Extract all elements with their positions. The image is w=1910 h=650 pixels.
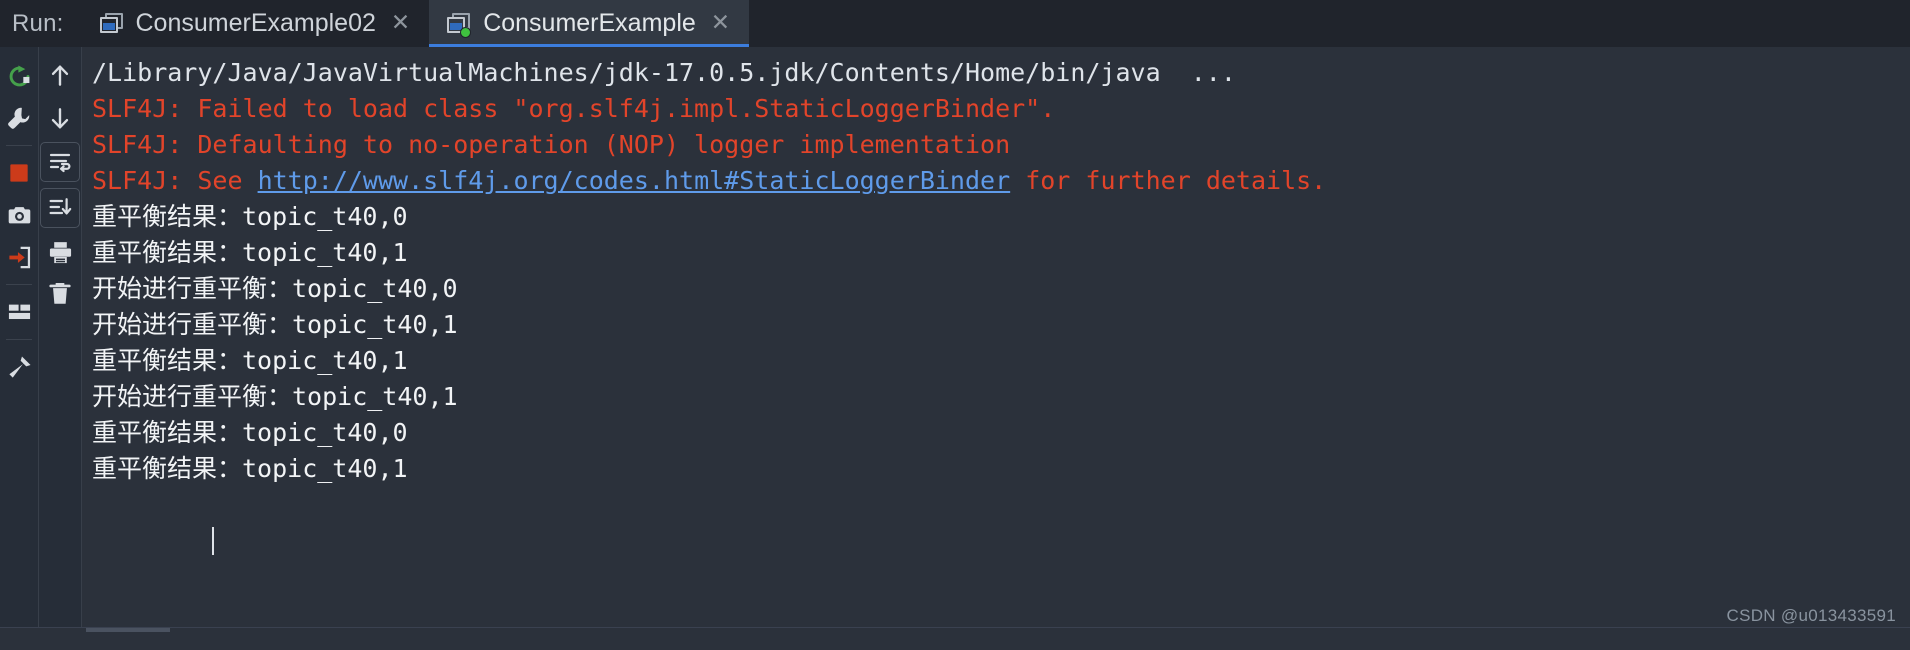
tab-consumer-example[interactable]: ConsumerExample ✕ (429, 0, 750, 47)
console-line-slf4j-see: SLF4J: See http://www.slf4j.org/codes.ht… (92, 163, 1910, 199)
slf4j-codes-link[interactable]: http://www.slf4j.org/codes.html#StaticLo… (258, 166, 1011, 195)
wrench-icon[interactable] (1, 97, 37, 139)
arrow-up-icon[interactable] (42, 55, 78, 97)
soft-wrap-icon[interactable] (40, 142, 80, 182)
toolbar-divider (6, 284, 32, 285)
console-line-slf4j-defaulting: SLF4J: Defaulting to no-operation (NOP) … (92, 130, 1011, 159)
run-tool-window: Run: ConsumerExample02 ✕ ConsumerExample… (0, 0, 1910, 650)
scroll-to-end-icon[interactable] (40, 188, 80, 228)
console-line-out-4: 开始进行重平衡：topic_t40,1 (92, 310, 458, 339)
export-icon[interactable] (1, 236, 37, 278)
console-output[interactable]: /Library/Java/JavaVirtualMachines/jdk-17… (82, 47, 1910, 627)
console-line-out-1: 重平衡结果：topic_t40,0 (92, 202, 408, 231)
console-text-see-prefix: SLF4J: See (92, 166, 258, 195)
console-line-out-8: 重平衡结果：topic_t40,1 (92, 454, 408, 483)
status-bar (0, 627, 1910, 650)
console-actions-toolbar (38, 47, 82, 627)
console-line-slf4j-failed: SLF4J: Failed to load class "org.slf4j.i… (92, 94, 1056, 123)
console-text-see-suffix: for further details. (1010, 166, 1327, 195)
text-caret (212, 527, 215, 555)
camera-icon[interactable] (1, 194, 37, 236)
status-bar-strip (86, 628, 170, 632)
close-icon[interactable]: ✕ (708, 9, 733, 39)
console-line-out-6: 开始进行重平衡：topic_t40,1 (92, 382, 458, 411)
tab-label: ConsumerExample (483, 9, 696, 37)
run-config-running-icon (447, 12, 472, 38)
run-tab-bar: Run: ConsumerExample02 ✕ ConsumerExample… (0, 0, 1910, 47)
toolbar-divider (6, 145, 32, 146)
watermark: CSDN @u013433591 (1726, 606, 1896, 625)
tab-label: ConsumerExample02 (135, 9, 376, 37)
console-line-out-3: 开始进行重平衡：topic_t40,0 (92, 274, 458, 303)
pin-icon[interactable] (1, 346, 37, 388)
rerun-icon[interactable] (1, 55, 37, 97)
console-caret-line (92, 487, 1910, 595)
console-line-out-2: 重平衡结果：topic_t40,1 (92, 238, 408, 267)
workspace: /Library/Java/JavaVirtualMachines/jdk-17… (0, 47, 1910, 627)
trash-icon[interactable] (42, 273, 78, 315)
layout-icon[interactable] (1, 291, 37, 333)
run-label: Run: (12, 9, 64, 37)
arrow-down-icon[interactable] (42, 97, 78, 139)
stop-icon[interactable] (1, 152, 37, 194)
console-line-out-5: 重平衡结果：topic_t40,1 (92, 346, 408, 375)
run-actions-toolbar (0, 47, 38, 627)
tab-consumer-example-02[interactable]: ConsumerExample02 ✕ (81, 0, 430, 47)
toolbar-divider (6, 339, 32, 340)
console-line-out-7: 重平衡结果：topic_t40,0 (92, 418, 408, 447)
print-icon[interactable] (42, 231, 78, 273)
running-dot-icon (460, 26, 472, 38)
run-config-icon (99, 12, 124, 35)
console-line-jvm-path: /Library/Java/JavaVirtualMachines/jdk-17… (92, 58, 1236, 87)
close-icon[interactable]: ✕ (388, 9, 413, 39)
